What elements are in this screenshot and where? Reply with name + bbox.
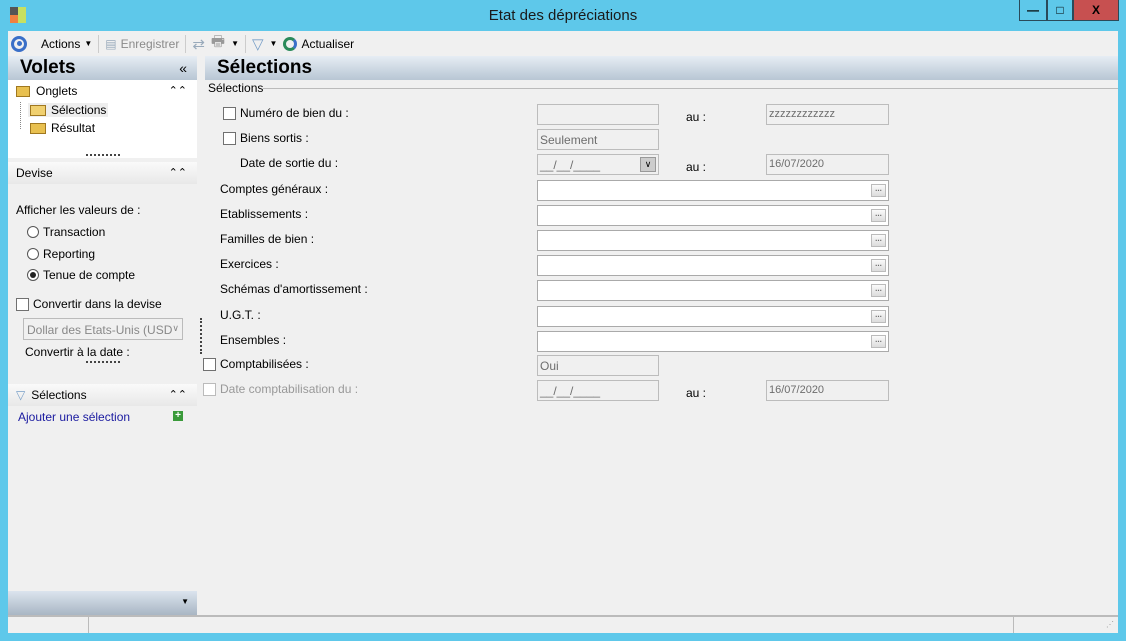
exercices-label: Exercices : — [220, 257, 279, 271]
schemas-input[interactable]: ... — [537, 280, 889, 301]
ellipsis-button[interactable]: ... — [871, 335, 886, 348]
numero-checkbox[interactable] — [223, 107, 236, 120]
comptabilisees-label: Comptabilisées : — [220, 357, 309, 371]
comptabilisees-checkbox[interactable] — [203, 358, 216, 371]
date_compta-to-input[interactable]: 16/07/2020 — [766, 380, 889, 401]
numero-label: Numéro de bien du : — [240, 106, 349, 120]
date_sortie-to-input[interactable]: 16/07/2020 — [766, 154, 889, 175]
ellipsis-button[interactable]: ... — [871, 209, 886, 222]
ellipsis-button[interactable]: ... — [871, 284, 886, 297]
ellipsis-button[interactable]: ... — [871, 310, 886, 323]
biens_sortis-input[interactable]: Seulement — [537, 129, 659, 150]
minimize-button[interactable]: — — [1019, 0, 1047, 21]
resize-grip-icon[interactable]: ⋰ — [1106, 620, 1114, 629]
etablissements-label: Etablissements : — [220, 207, 309, 221]
window-title: Etat des dépréciations — [488, 7, 638, 24]
comptes-input[interactable]: ... — [537, 180, 889, 201]
date_sortie-label: Date de sortie du : — [240, 156, 339, 170]
numero-to-input[interactable]: zzzzzzzzzzzz — [766, 104, 889, 125]
ensembles-label: Ensembles : — [220, 333, 287, 347]
familles-input[interactable]: ... — [537, 230, 889, 251]
schemas-label: Schémas d'amortissement : — [220, 282, 368, 296]
biens_sortis-label: Biens sortis : — [240, 131, 309, 145]
date_compta-input[interactable]: __/__/____ — [537, 380, 659, 401]
date_compta-label: Date comptabilisation du : — [220, 382, 359, 396]
numero-input[interactable] — [537, 104, 659, 125]
status-bar: ⋰ — [8, 615, 1118, 633]
title-bar: Etat des dépréciations — □ X — [0, 0, 1126, 31]
etablissements-input[interactable]: ... — [537, 205, 889, 226]
maximize-button[interactable]: □ — [1047, 0, 1073, 21]
to-label: au : — [686, 386, 707, 400]
comptes-label: Comptes généraux : — [220, 182, 329, 196]
ugt-input[interactable]: ... — [537, 306, 889, 327]
to-label: au : — [686, 110, 707, 124]
chevron-down-icon[interactable]: ∨ — [640, 157, 656, 172]
close-button[interactable]: X — [1073, 0, 1119, 21]
comptabilisees-input[interactable]: Oui — [537, 355, 659, 376]
ensembles-input[interactable]: ... — [537, 331, 889, 352]
exercices-input[interactable]: ... — [537, 255, 889, 276]
ellipsis-button[interactable]: ... — [871, 234, 886, 247]
selection-form: Numéro de bien du : au : zzzzzzzzzzzz Biens… — [8, 31, 1118, 611]
to-label: au : — [686, 160, 707, 174]
date_compta-checkbox[interactable] — [203, 383, 216, 396]
client-area: Actions ▼ ▤ Enregistrer ⇄ 🖶 ▼ ▽ ▼ Actualis… — [8, 31, 1118, 633]
biens_sortis-checkbox[interactable] — [223, 132, 236, 145]
familles-label: Familles de bien : — [220, 232, 315, 246]
ellipsis-button[interactable]: ... — [871, 259, 886, 272]
ugt-label: U.G.T. : — [220, 308, 261, 322]
ellipsis-button[interactable]: ... — [871, 184, 886, 197]
